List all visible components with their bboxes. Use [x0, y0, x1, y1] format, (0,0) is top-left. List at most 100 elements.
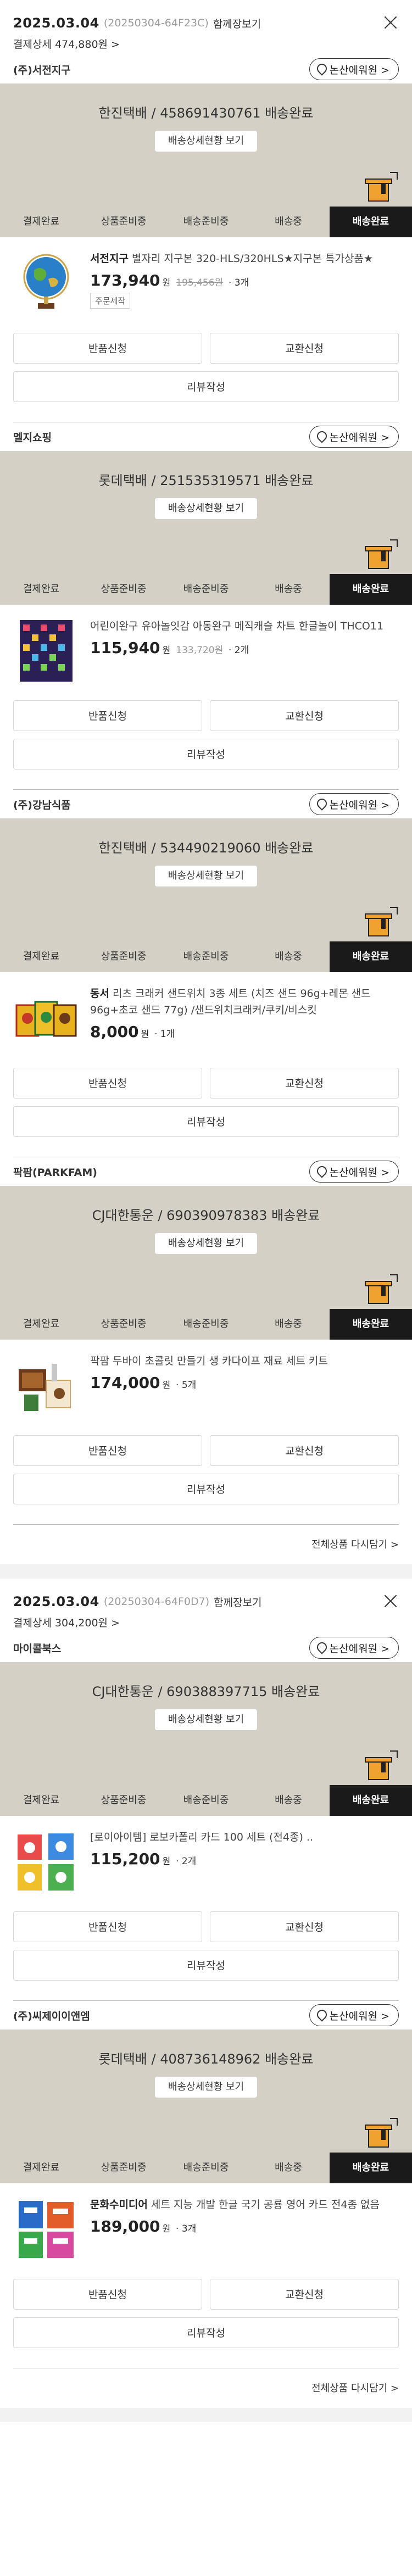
quantity: · 5개: [176, 1380, 197, 1391]
delivery-step: 배송중: [247, 207, 330, 237]
exchange-request-button[interactable]: 교환신청: [210, 1435, 399, 1466]
delivery-step: 배송중: [247, 574, 330, 605]
order-history-list: 2025.03.04 (20250304-64F23C) 함께장보기 결제상세 …: [0, 0, 412, 2422]
order-header: 2025.03.04 (20250304-64F23C) 함께장보기 결제상세 …: [13, 0, 399, 55]
tracking-detail-button[interactable]: 배송상세현황 보기: [154, 1233, 258, 1254]
tracking-detail-button[interactable]: 배송상세현황 보기: [154, 131, 258, 152]
delivery-step: 배송중: [247, 1785, 330, 1816]
pickup-location-button[interactable]: 논산에워원 >: [309, 793, 399, 815]
exchange-request-button[interactable]: 교환신청: [210, 1911, 399, 1942]
product-item[interactable]: 팍팜 두바이 초콜릿 만들기 생 카다이프 재료 세트 키트 174,000 원 …: [13, 1340, 399, 1429]
delivery-tracking-panel: 롯데택배 / 408736148962 배송완료 배송상세현황 보기 결제완료 상…: [0, 2029, 412, 2183]
return-request-button[interactable]: 반품신청: [13, 1911, 202, 1942]
product-price: 173,940 원 195,456원 · 3개: [90, 271, 249, 289]
product-item[interactable]: 동서 리츠 크래커 샌드위치 3종 세트 (치즈 샌드 96g+레몬 샌드 96…: [13, 972, 399, 1061]
delivery-step: 결제완료: [0, 2153, 82, 2183]
delivery-tracking-panel: CJ대한통운 / 690388397715 배송완료 배송상세현황 보기 결제완…: [0, 1662, 412, 1816]
tracking-info: 롯데택배 / 408736148962 배송완료: [98, 2051, 314, 2067]
delivery-step: 상품준비중: [82, 1309, 165, 1340]
pickup-location-button[interactable]: 논산에워원 >: [309, 1161, 399, 1183]
order-number: (20250304-64F0D7): [103, 1596, 210, 1608]
seller-name: (주)서전지구: [13, 64, 71, 76]
seller-section: 팍팜(PARKFAM) 논산에워원 > CJ대한통운 / 69039097838…: [0, 1157, 412, 1525]
seller-name: (주)강남식품: [13, 799, 71, 811]
original-price: 195,456원: [176, 277, 224, 288]
exchange-request-button[interactable]: 교환신청: [210, 700, 399, 731]
return-request-button[interactable]: 반품신청: [13, 700, 202, 731]
write-review-button[interactable]: 리뷰작성: [13, 1106, 399, 1137]
pickup-location-button[interactable]: 논산에워원 >: [309, 426, 399, 448]
product-thumbnail[interactable]: [13, 1829, 79, 1895]
delivery-step: 배송준비중: [165, 941, 247, 972]
product-name[interactable]: [로이아이템] 로보카폴리 카드 100 세트 (전4종) ..: [90, 1829, 399, 1845]
map-pin-icon: [316, 2010, 325, 2021]
delivery-step: 상품준비중: [82, 574, 165, 605]
pickup-location-label: 논산에워원 >: [329, 431, 389, 444]
payment-detail-link[interactable]: 결제상세 474,880원 >: [13, 36, 399, 51]
order-card: 2025.03.04 (20250304-64F23C) 함께장보기 결제상세 …: [0, 0, 412, 1579]
delivery-steps: 결제완료 상품준비중 배송준비중 배송중 배송완료: [0, 207, 412, 237]
write-review-button[interactable]: 리뷰작성: [13, 1474, 399, 1504]
group-label: 함께장보기: [214, 1596, 262, 1609]
product-item[interactable]: 문화수미디어 세트 지능 개발 한글 국기 공룡 영어 카드 전4종 없음 18…: [13, 2183, 399, 2272]
product-name[interactable]: 서전지구 별자리 지구본 320-HLS/320HLS★지구본 특가상품★: [90, 250, 399, 267]
order-divider: [0, 1564, 412, 1579]
exchange-request-button[interactable]: 교환신청: [210, 2279, 399, 2310]
product-thumbnail[interactable]: [13, 1353, 79, 1419]
delivery-steps: 결제완료 상품준비중 배송준비중 배송중 배송완료: [0, 574, 412, 605]
order-number: (20250304-64F23C): [103, 17, 209, 29]
group-label: 함께장보기: [213, 18, 261, 30]
pickup-location-button[interactable]: 논산에워원 >: [309, 2004, 399, 2026]
delivery-step: 배송완료: [330, 1309, 412, 1340]
tracking-detail-button[interactable]: 배송상세현황 보기: [154, 2077, 258, 2098]
delivery-step: 결제완료: [0, 1785, 82, 1816]
map-pin-icon: [316, 799, 325, 810]
tracking-info: CJ대한통운 / 690388397715 배송완료: [92, 1684, 320, 1699]
exchange-request-button[interactable]: 교환신청: [210, 333, 399, 364]
delivery-step: 상품준비중: [82, 207, 165, 237]
write-review-button[interactable]: 리뷰작성: [13, 1950, 399, 1981]
pickup-location-button[interactable]: 논산에워원 >: [309, 58, 399, 80]
delivery-step: 배송완료: [330, 574, 412, 605]
original-price: 133,720원: [176, 645, 224, 656]
product-thumbnail[interactable]: [13, 2196, 79, 2262]
reorder-all-link[interactable]: 전체상품 다시담기 >: [13, 1525, 399, 1564]
pickup-location-button[interactable]: 논산에워원 >: [309, 1637, 399, 1659]
seller-separator: [13, 1524, 399, 1525]
delivery-step: 배송완료: [330, 207, 412, 237]
product-thumbnail[interactable]: [13, 985, 79, 1051]
product-item[interactable]: 서전지구 별자리 지구본 320-HLS/320HLS★지구본 특가상품★ 17…: [13, 237, 399, 326]
write-review-button[interactable]: 리뷰작성: [13, 2317, 399, 2348]
product-name[interactable]: 동서 리츠 크래커 샌드위치 3종 세트 (치즈 샌드 96g+레몬 샌드 96…: [90, 985, 399, 1018]
return-request-button[interactable]: 반품신청: [13, 333, 202, 364]
delivery-tracking-panel: 한진택배 / 458691430761 배송완료 배송상세현황 보기 결제완료 상…: [0, 83, 412, 237]
product-name[interactable]: 문화수미디어 세트 지능 개발 한글 국기 공룡 영어 카드 전4종 없음: [90, 2196, 399, 2213]
product-item[interactable]: 어린이완구 유아놀잇감 아동완구 메직캐슬 차트 한글놀이 THCO11 115…: [13, 605, 399, 694]
close-icon[interactable]: [382, 1593, 399, 1609]
delivery-steps: 결제완료 상품준비중 배송준비중 배송중 배송완료: [0, 941, 412, 972]
delivery-step: 배송준비중: [165, 574, 247, 605]
tracking-detail-button[interactable]: 배송상세현황 보기: [154, 1709, 258, 1730]
write-review-button[interactable]: 리뷰작성: [13, 371, 399, 402]
seller-name: 팍팜(PARKFAM): [13, 1166, 97, 1179]
reorder-all-link[interactable]: 전체상품 다시담기 >: [13, 2368, 399, 2408]
return-request-button[interactable]: 반품신청: [13, 1435, 202, 1466]
tracking-detail-button[interactable]: 배송상세현황 보기: [154, 498, 258, 519]
product-name[interactable]: 어린이완구 유아놀잇감 아동완구 메직캐슬 차트 한글놀이 THCO11: [90, 618, 399, 634]
return-request-button[interactable]: 반품신청: [13, 2279, 202, 2310]
return-request-button[interactable]: 반품신청: [13, 1068, 202, 1099]
close-icon[interactable]: [382, 14, 399, 31]
tracking-detail-button[interactable]: 배송상세현황 보기: [154, 866, 258, 886]
pickup-location-label: 논산에워원 >: [329, 1642, 389, 1655]
write-review-button[interactable]: 리뷰작성: [13, 739, 399, 770]
delivery-step: 배송완료: [330, 1785, 412, 1816]
product-thumbnail[interactable]: [13, 250, 79, 316]
delivery-step: 상품준비중: [82, 2153, 165, 2183]
product-thumbnail[interactable]: [13, 618, 79, 684]
payment-detail-link[interactable]: 결제상세 304,200원 >: [13, 1615, 399, 1630]
order-card: 2025.03.04 (20250304-64F0D7) 함께장보기 결제상세 …: [0, 1579, 412, 2422]
product-name[interactable]: 팍팜 두바이 초콜릿 만들기 생 카다이프 재료 세트 키트: [90, 1353, 399, 1369]
exchange-request-button[interactable]: 교환신청: [210, 1068, 399, 1099]
delivery-tracking-panel: CJ대한통운 / 690390978383 배송완료 배송상세현황 보기 결제완…: [0, 1186, 412, 1340]
product-item[interactable]: [로이아이템] 로보카폴리 카드 100 세트 (전4종) .. 115,200…: [13, 1816, 399, 1905]
